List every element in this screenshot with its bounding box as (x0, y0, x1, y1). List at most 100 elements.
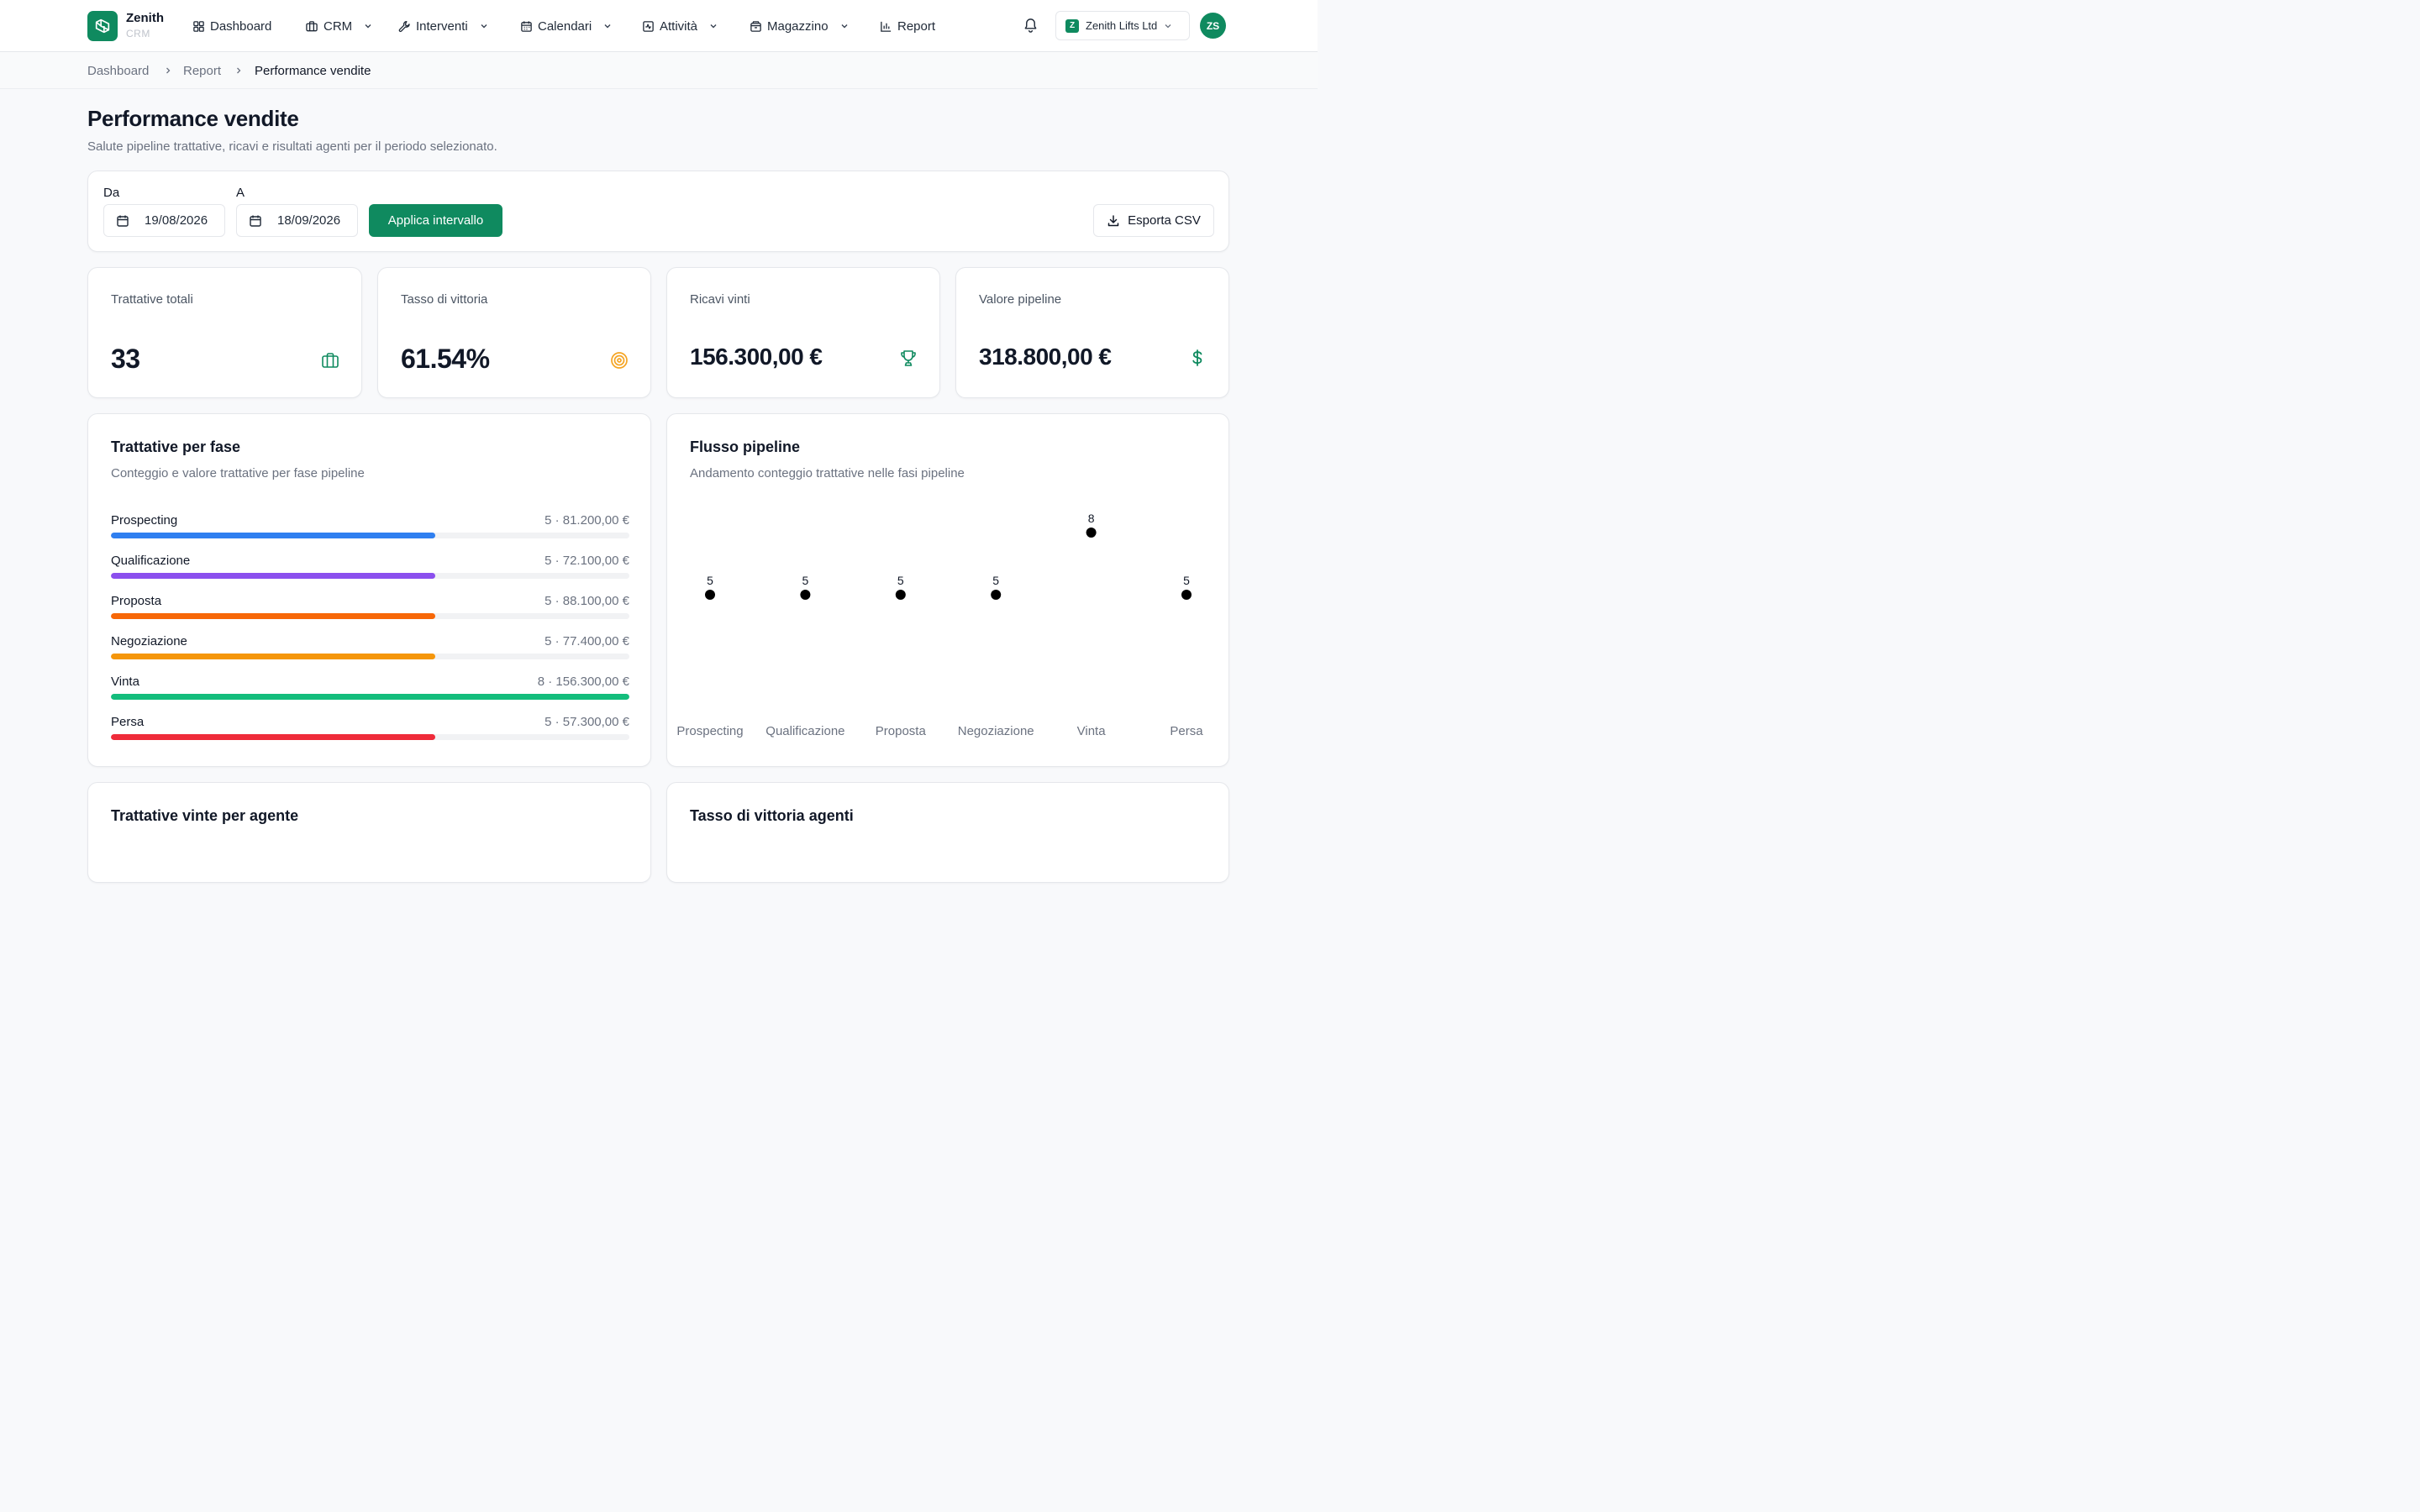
data-label: 5 (802, 574, 809, 587)
breadcrumb-current: Performance vendite (255, 64, 371, 78)
stage-summary: 5 · 77.400,00 € (544, 634, 629, 648)
section-subtitle: Conteggio e valore trattative per fase p… (111, 466, 365, 480)
to-date-value: 18/09/2026 (277, 213, 341, 228)
kpi-value: 61.54% (401, 344, 490, 374)
pipeline-flow-card: Flusso pipeline Andamento conteggio trat… (666, 413, 1229, 767)
org-badge: Z (1065, 18, 1079, 33)
page-subtitle: Salute pipeline trattative, ricavi e ris… (87, 139, 497, 154)
nav-report[interactable]: Report (880, 17, 935, 35)
data-label: 5 (707, 574, 713, 587)
breadcrumb-report[interactable]: Report (183, 64, 221, 78)
nav-interventi-label: Interventi (416, 18, 468, 34)
stage-row: Persa 5 · 57.300,00 € (111, 715, 629, 748)
stage-progress-fill (111, 694, 629, 700)
app-logo[interactable] (87, 11, 118, 41)
nav-dashboard-label: Dashboard (210, 18, 272, 34)
logo-icon (95, 18, 110, 34)
app-subname: CRM (126, 28, 150, 39)
stage-summary: 5 · 57.300,00 € (544, 715, 629, 729)
stage-name: Qualificazione (111, 554, 191, 568)
data-point[interactable] (895, 590, 906, 600)
bar-chart-icon (881, 21, 892, 32)
nav-magazzino[interactable]: Magazzino (750, 17, 849, 35)
stage-progress-track (111, 734, 629, 740)
agent-win-rate-card: Tasso di vittoria agenti (666, 782, 1229, 883)
user-avatar[interactable]: ZS (1200, 13, 1226, 39)
data-point[interactable] (1181, 590, 1192, 600)
pipeline-flow-chart: 5 Prospecting 5 Qualificazione 5 Proposta 5 Neg… (676, 512, 1203, 738)
chevron-down-icon (710, 24, 717, 29)
kpi-card-revenue-won: Ricavi vinti 156.300,00 € (666, 267, 940, 398)
stage-row: Negoziazione 5 · 77.400,00 € (111, 634, 629, 668)
dollar-icon (1192, 349, 1202, 366)
stage-progress-track (111, 533, 629, 538)
data-label: 5 (897, 574, 904, 587)
nav-report-label: Report (897, 18, 936, 34)
section-title: Trattative per fase (111, 438, 241, 455)
app-name: Zenith (126, 11, 164, 25)
nav-interventi[interactable]: Interventi (398, 17, 488, 35)
stage-progress-track (111, 613, 629, 619)
stage-progress-fill (111, 533, 435, 538)
x-tick-label: Prospecting (676, 724, 743, 738)
won-deals-by-agent-card: Trattative vinte per agente (87, 782, 651, 883)
org-name: Zenith Lifts Ltd (1086, 19, 1158, 32)
stage-name: Persa (111, 715, 145, 729)
calendar-icon (117, 215, 129, 227)
stage-name: Proposta (111, 594, 162, 608)
export-csv-button[interactable]: Esporta CSV (1093, 204, 1214, 237)
bell-icon[interactable] (1023, 17, 1039, 33)
nav-calendari[interactable]: Calendari (520, 17, 612, 35)
deals-by-stage-card: Trattative per fase Conteggio e valore t… (87, 413, 651, 767)
kpi-card-win-rate: Tasso di vittoria 61.54% (377, 267, 651, 398)
x-tick-label: Negoziazione (958, 724, 1034, 738)
data-label: 8 (1088, 512, 1095, 525)
from-date-label: Da (103, 186, 120, 200)
chevron-right-icon (166, 67, 171, 74)
breadcrumb-dashboard[interactable]: Dashboard (87, 64, 149, 78)
chevron-down-icon (365, 24, 371, 29)
from-date-input[interactable]: 19/08/2026 (103, 204, 225, 237)
target-icon (611, 352, 628, 369)
section-title: Tasso di vittoria agenti (690, 807, 854, 824)
stage-name: Prospecting (111, 513, 178, 528)
data-point[interactable] (991, 590, 1002, 600)
stage-progress-fill (111, 734, 435, 740)
stage-progress-track (111, 694, 629, 700)
stage-summary: 5 · 72.100,00 € (544, 554, 629, 568)
organization-select[interactable]: Z Zenith Lifts Ltd (1055, 11, 1190, 40)
kpi-label: Tasso di vittoria (401, 292, 488, 307)
stage-row: Vinta 8 · 156.300,00 € (111, 675, 629, 708)
stage-progress-fill (111, 573, 435, 579)
section-title: Trattative vinte per agente (111, 807, 299, 824)
data-point[interactable] (1086, 528, 1097, 538)
to-date-label: A (236, 186, 245, 200)
kpi-value: 318.800,00 € (979, 344, 1112, 370)
apply-range-button[interactable]: Applica intervallo (369, 204, 502, 237)
nav-attivita-label: Attività (660, 18, 698, 34)
to-date-input[interactable]: 18/09/2026 (236, 204, 358, 237)
activity-icon (643, 20, 654, 32)
stage-progress-fill (111, 613, 435, 619)
stage-name: Negoziazione (111, 634, 187, 648)
stage-progress-track (111, 654, 629, 659)
stage-row: Prospecting 5 · 81.200,00 € (111, 513, 629, 547)
stage-summary: 5 · 88.100,00 € (544, 594, 629, 608)
trophy-icon (901, 350, 916, 366)
data-label: 5 (1183, 574, 1190, 587)
nav-dashboard[interactable]: Dashboard (192, 17, 271, 35)
stage-summary: 5 · 81.200,00 € (544, 513, 629, 528)
x-tick-label: Proposta (876, 724, 927, 738)
nav-calendari-label: Calendari (538, 18, 592, 34)
data-point[interactable] (800, 590, 811, 600)
package-icon (750, 20, 761, 32)
data-label: 5 (992, 574, 999, 587)
grid-icon (193, 20, 204, 32)
nav-crm[interactable]: CRM (305, 17, 372, 35)
page-title: Performance vendite (87, 106, 299, 131)
chevron-down-icon (604, 24, 611, 29)
data-point[interactable] (705, 590, 715, 600)
stage-progress-fill (111, 654, 435, 659)
export-csv-label: Esporta CSV (1128, 213, 1201, 228)
nav-attivita[interactable]: Attività (642, 17, 718, 35)
